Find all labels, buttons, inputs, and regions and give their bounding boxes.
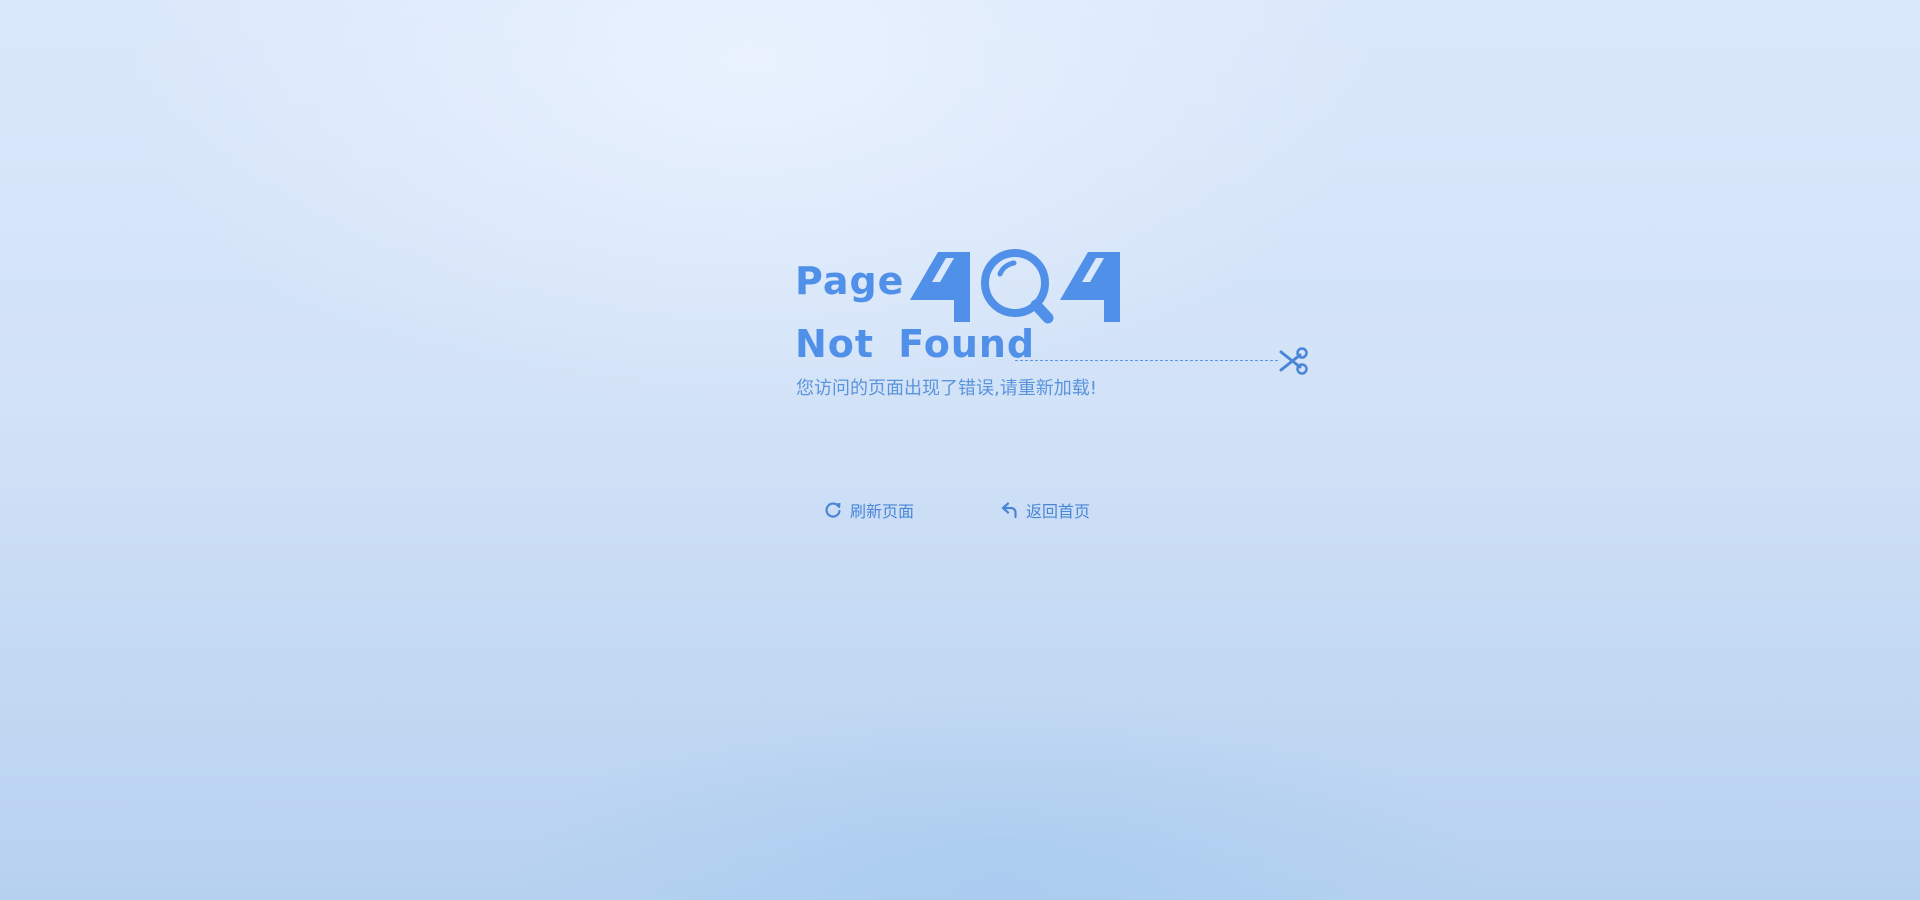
- not-found-text: Not Found: [795, 322, 1036, 366]
- error-code-404-logo: [910, 249, 1120, 324]
- digit-four-right: [1060, 252, 1120, 322]
- refresh-page-label: 刷新页面: [850, 502, 915, 521]
- return-home-label: 返回首页: [1026, 502, 1091, 521]
- magnifier-icon: [981, 249, 1054, 324]
- return-arrow-icon: [1001, 502, 1017, 519]
- error-message: 您访问的页面出现了错误,请重新加载!: [796, 378, 1097, 399]
- digit-four-left: [910, 252, 970, 322]
- return-home-button[interactable]: 返回首页: [1000, 498, 1090, 522]
- page-word: Page: [795, 259, 905, 303]
- refresh-icon: [825, 502, 841, 518]
- error-page: Page Not Found 您访问的页面出现了错误,请重新加载! 刷新页面 返…: [0, 0, 1920, 900]
- refresh-page-button[interactable]: 刷新页面: [824, 498, 914, 522]
- dashed-cut-line: [1015, 360, 1278, 361]
- scissors-icon: [1279, 347, 1308, 375]
